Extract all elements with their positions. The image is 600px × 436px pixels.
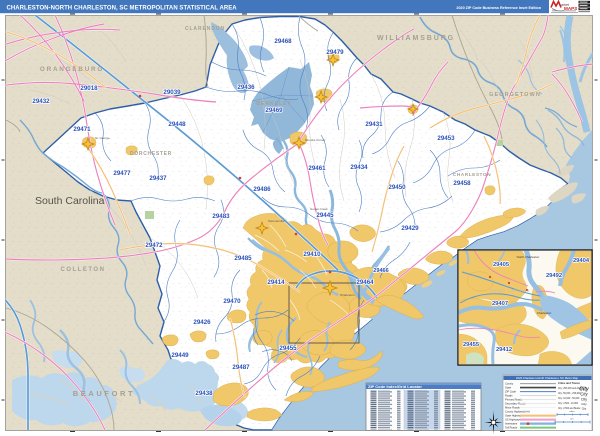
svg-text:DORCHESTER: DORCHESTER xyxy=(130,151,172,157)
svg-text:MAPS: MAPS xyxy=(564,6,577,11)
svg-text:City: 2,500 - 10,000: City: 2,500 - 10,000 xyxy=(558,402,579,405)
svg-text:2020 Charleston-North Charlest: 2020 Charleston-North Charleston, SC Met… xyxy=(516,376,579,380)
svg-text:29479: 29479 xyxy=(326,49,344,56)
svg-text:CLARENDON: CLARENDON xyxy=(185,26,225,32)
svg-text:29483: 29483 xyxy=(212,213,230,220)
svg-text:29487: 29487 xyxy=(232,364,250,371)
svg-text:29470: 29470 xyxy=(223,298,241,305)
svg-text:COLLETON: COLLETON xyxy=(61,267,106,273)
svg-text:Interstates: Interstates xyxy=(505,422,518,426)
svg-text:CHARLESTON-NORTH CHARLESTON, S: CHARLESTON-NORTH CHARLESTON, SC METROPOL… xyxy=(7,5,238,11)
svg-text:ORANGEBURG: ORANGEBURG xyxy=(40,66,104,73)
svg-text:North Charleston: North Charleston xyxy=(517,255,540,259)
svg-text:South Carolina: South Carolina xyxy=(35,195,105,207)
svg-text:29492: 29492 xyxy=(546,273,562,279)
svg-text:Minor Roads: Minor Roads xyxy=(505,406,520,410)
svg-text:BEAUFORT: BEAUFORT xyxy=(73,389,135,398)
svg-text:29485: 29485 xyxy=(234,255,252,262)
svg-text:City: City xyxy=(580,392,588,397)
svg-text:29429: 29429 xyxy=(401,225,419,232)
svg-text:29486: 29486 xyxy=(253,186,271,193)
svg-text:State: State xyxy=(505,386,512,390)
svg-text:29436: 29436 xyxy=(237,84,255,91)
svg-text:29472: 29472 xyxy=(145,242,163,249)
svg-text:29410: 29410 xyxy=(303,251,321,258)
svg-text:29434: 29434 xyxy=(350,164,368,171)
svg-text:29449: 29449 xyxy=(171,352,189,359)
svg-text:Cities and Towns: Cities and Towns xyxy=(558,381,580,385)
svg-text:29450: 29450 xyxy=(388,184,406,191)
svg-text:29461: 29461 xyxy=(308,165,326,172)
svg-text:29404: 29404 xyxy=(573,258,590,264)
svg-text:29426: 29426 xyxy=(193,319,211,326)
svg-text:29407: 29407 xyxy=(492,301,508,307)
svg-text:Charleston: Charleston xyxy=(340,293,355,297)
svg-text:29464: 29464 xyxy=(356,279,374,286)
svg-text:29466: 29466 xyxy=(373,268,389,274)
svg-text:29468: 29468 xyxy=(274,38,292,45)
svg-text:km: km xyxy=(571,419,574,421)
svg-text:City: City xyxy=(581,398,587,402)
svg-text:ZIP Code Index/Grid Locator: ZIP Code Index/Grid Locator xyxy=(368,384,422,389)
svg-text:29438: 29438 xyxy=(195,390,213,397)
svg-text:29405: 29405 xyxy=(493,262,510,268)
svg-text:US Highways: US Highways xyxy=(505,418,521,422)
svg-text:miles: miles xyxy=(569,411,575,413)
svg-text:29039: 29039 xyxy=(163,89,181,96)
svg-text:29455: 29455 xyxy=(463,342,480,348)
svg-text:South Carolina: South Carolina xyxy=(490,288,530,293)
svg-text:29471: 29471 xyxy=(73,126,91,133)
svg-text:County: County xyxy=(505,382,514,386)
svg-text:29412: 29412 xyxy=(496,347,512,353)
svg-text:Summerville: Summerville xyxy=(268,219,285,223)
svg-text:29414: 29414 xyxy=(267,279,285,286)
svg-text:Toll Roads: Toll Roads xyxy=(505,426,518,430)
svg-text:29437: 29437 xyxy=(149,175,167,182)
svg-text:29448: 29448 xyxy=(168,121,186,128)
svg-text:29453: 29453 xyxy=(437,135,455,142)
svg-text:GEORGETOWN: GEORGETOWN xyxy=(489,92,541,98)
svg-text:Goose Creek: Goose Creek xyxy=(310,207,328,211)
svg-text:29458: 29458 xyxy=(453,180,471,187)
svg-text:WILLIAMSBURG: WILLIAMSBURG xyxy=(377,35,455,42)
svg-text:City: City xyxy=(581,402,587,406)
svg-text:City: City xyxy=(582,407,587,411)
svg-text:Roads: Roads xyxy=(505,394,513,398)
svg-text:Moncks Corner: Moncks Corner xyxy=(305,138,325,142)
svg-text:29455: 29455 xyxy=(279,345,297,352)
svg-text:City: 10,000 - 50,000: City: 10,000 - 50,000 xyxy=(558,397,580,400)
svg-text:St. George: St. George xyxy=(95,136,110,140)
svg-text:CHARLESTON: CHARLESTON xyxy=(453,172,491,178)
svg-text:2020 ZIP Code Business Referen: 2020 ZIP Code Business Reference Inset E… xyxy=(456,6,541,10)
svg-text:Charleston: Charleston xyxy=(537,311,552,315)
svg-text:City: 50,000 - 250,000: City: 50,000 - 250,000 xyxy=(558,392,581,395)
svg-text:City: 2,500 and Below: City: 2,500 and Below xyxy=(558,407,581,410)
svg-text:29469: 29469 xyxy=(265,107,283,114)
svg-text:ZIP Code: ZIP Code xyxy=(505,390,516,394)
svg-text:29445: 29445 xyxy=(316,212,334,219)
svg-text:29432: 29432 xyxy=(32,98,50,105)
svg-text:29477: 29477 xyxy=(113,170,131,177)
svg-text:29431: 29431 xyxy=(365,121,383,128)
svg-text:29018: 29018 xyxy=(80,85,98,92)
